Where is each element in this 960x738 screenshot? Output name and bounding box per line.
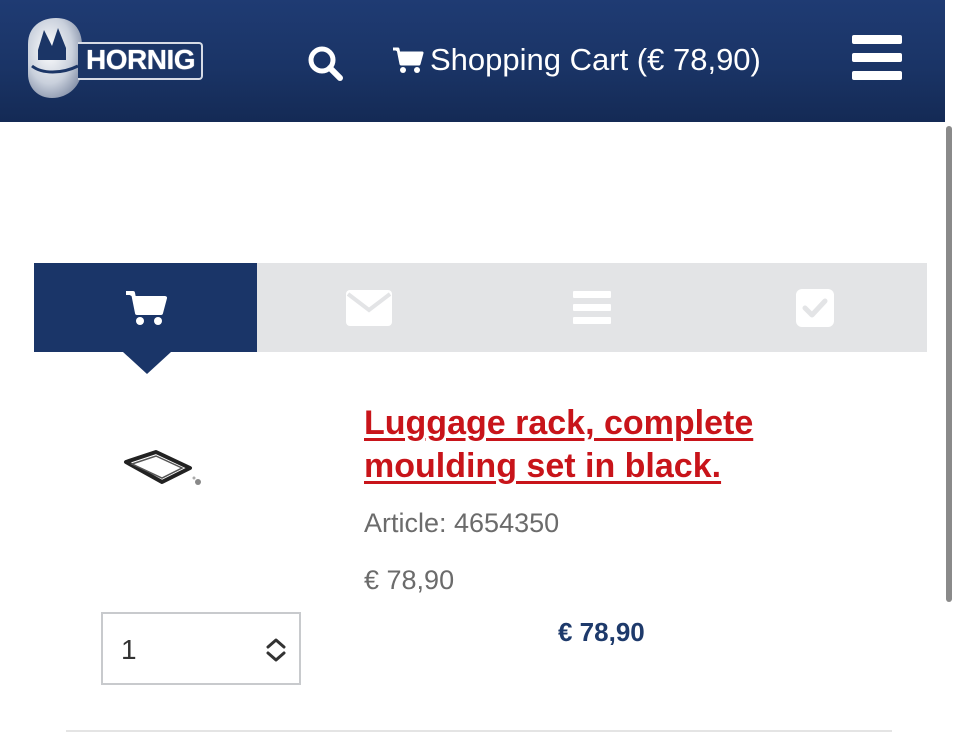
list-icon (572, 290, 611, 324)
step-confirm[interactable] (703, 263, 927, 352)
check-square-icon (796, 288, 834, 327)
logo[interactable]: HORNIG (22, 16, 203, 100)
shopping-cart-icon (393, 47, 424, 73)
helmet-logo-icon (28, 18, 82, 98)
line-total-price: € 78,90 (558, 617, 645, 647)
search-icon (308, 46, 343, 81)
up-down-arrows-icon[interactable] (263, 636, 289, 664)
active-step-indicator (123, 352, 171, 374)
site-header: HORNIG Shopping Cart (€ 78,90) (0, 0, 945, 122)
step-cart[interactable] (34, 263, 257, 352)
shopping-cart-icon (125, 290, 167, 325)
page-scrollbar[interactable] (946, 126, 952, 602)
page: HORNIG Shopping Cart (€ 78,90) Luggage r… (0, 0, 960, 738)
checkout-steps (34, 263, 927, 374)
menu-bar (852, 35, 902, 44)
envelope-icon (345, 289, 392, 326)
step-summary[interactable] (480, 263, 703, 352)
divider (66, 730, 892, 732)
unit-price: € 78,90 (364, 565, 455, 595)
quantity-stepper[interactable]: 1 (101, 612, 301, 685)
hamburger-menu-button[interactable] (852, 35, 902, 81)
menu-bar (852, 71, 902, 80)
article-number: Article: 4654350 (364, 508, 560, 538)
shopping-cart-label: Shopping Cart (€ 78,90) (430, 42, 761, 77)
logo-text: HORNIG (78, 42, 203, 80)
product-title-link[interactable]: Luggage rack, complete moulding set in b… (364, 402, 834, 488)
step-contact[interactable] (257, 263, 480, 352)
quantity-value[interactable]: 1 (121, 634, 137, 666)
search-button[interactable] (306, 44, 346, 84)
menu-bar (852, 53, 902, 62)
product-image[interactable] (118, 440, 218, 500)
shopping-cart-link[interactable]: Shopping Cart (€ 78,90) (392, 38, 761, 82)
